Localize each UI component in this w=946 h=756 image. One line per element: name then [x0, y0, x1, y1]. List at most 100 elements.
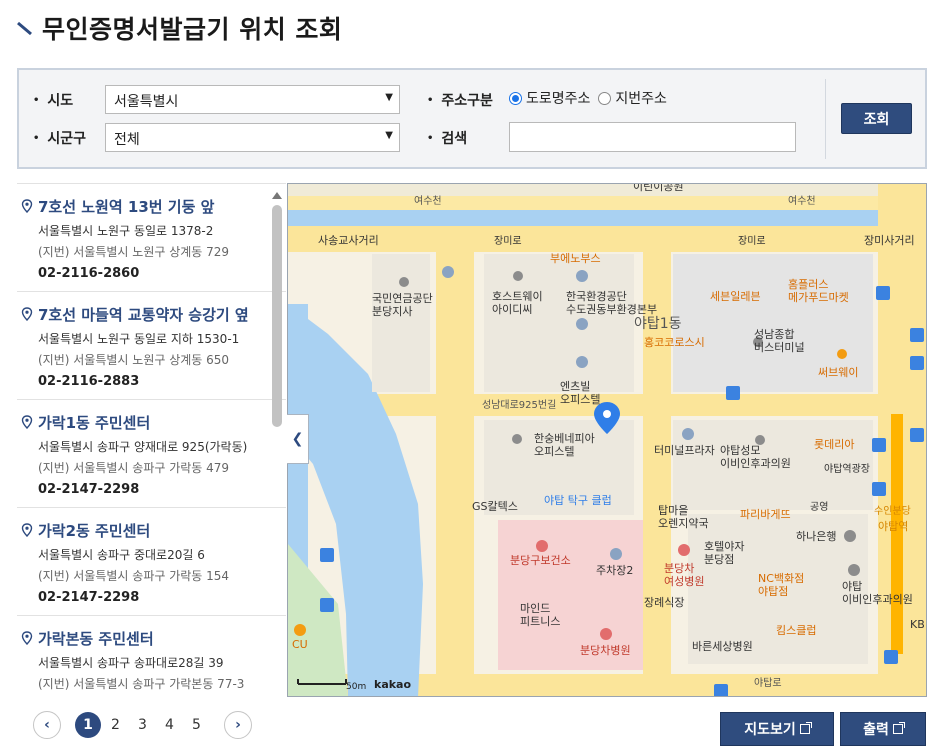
list-item[interactable]: 가락1동 주민센터 서울특별시 송파구 양재대로 925(가락동) (지번) 서…	[17, 399, 286, 507]
jibun-address: (지번) 서울특별시 송파구 가락동 479	[38, 461, 230, 475]
location-pin-icon	[21, 415, 33, 429]
map-label: 써브웨이	[818, 366, 858, 379]
collapse-list-button[interactable]: ❮	[287, 414, 309, 464]
page-4[interactable]: 4	[156, 717, 183, 733]
sido-select[interactable]: 서울특별시 ▼	[105, 85, 400, 114]
radio-road-address[interactable]: 도로명주소	[509, 88, 590, 108]
road-address: 서울특별시 송파구 양재대로 925(가락동)	[38, 440, 248, 454]
map-label: 바른세상병원	[692, 640, 753, 653]
list-item[interactable]: 가락2동 주민센터 서울특별시 송파구 중대로20길 6 (지번) 서울특별시 …	[17, 507, 286, 615]
map-label: 부에노부스	[550, 252, 601, 265]
item-title[interactable]: 가락2동 주민센터	[38, 520, 150, 541]
map-label: GS칼텍스	[472, 500, 518, 513]
sigungu-label: 시군구	[47, 131, 87, 147]
dropdown-arrow-icon: ▼	[385, 130, 393, 141]
item-title[interactable]: 7호선 노원역 13번 기둥 앞	[38, 196, 214, 217]
sido-label: 시도	[47, 93, 74, 109]
page-title: 무인증명서발급기 위치 조회	[42, 15, 343, 44]
road-address: 서울특별시 송파구 중대로20길 6	[38, 548, 205, 562]
map-canvas[interactable]: 이린이공원 여수천 여수천 사송교사거리 장미로 장미로 장미사거리 국민연금공…	[288, 184, 927, 697]
map-label: 터미널프라자	[654, 444, 715, 457]
item-title[interactable]: 가락본동 주민센터	[38, 628, 154, 649]
map-label: 이린이공원	[633, 184, 684, 193]
external-link-icon	[892, 722, 905, 734]
sigungu-select[interactable]: 전체 ▼	[105, 123, 400, 152]
page-header: 무인증명서발급기 위치 조회	[16, 8, 342, 48]
map-label: 야탑역	[878, 520, 908, 533]
map-label: 파리바게뜨	[740, 508, 791, 521]
map-label: KB	[910, 618, 925, 631]
list-item[interactable]: 7호선 노원역 13번 기둥 앞 서울특별시 노원구 동일로 1378-2 (지…	[17, 183, 286, 291]
lookup-button[interactable]: 조회	[841, 103, 912, 134]
radio-button[interactable]	[598, 91, 612, 105]
sido-label-row: • 시도	[33, 90, 73, 110]
sido-select-value: 서울특별시	[114, 94, 179, 110]
chevron-left-icon: ❮	[291, 431, 304, 447]
map-label: 야탑 탁구 클럽	[544, 493, 612, 507]
radio-road-label: 도로명주소	[526, 91, 591, 107]
keyword-label-row: • 검색	[427, 128, 467, 148]
item-title[interactable]: 7호선 마들역 교통약자 승강기 옆	[38, 304, 249, 325]
bullet-icon: •	[33, 132, 40, 144]
next-page-button[interactable]: ›	[224, 711, 252, 739]
map-label: 야탑1동	[634, 316, 682, 332]
chevron-right-icon: ›	[235, 717, 241, 733]
scroll-up-arrow-icon[interactable]	[272, 192, 282, 199]
addr-type-label: 주소구분	[441, 93, 493, 109]
search-panel: • 시도 서울특별시 ▼ • 시군구 전체 ▼ • 주소구분 도로명주소 지번주…	[17, 68, 927, 169]
map-label: 세븐일레븐	[710, 289, 761, 303]
keyword-input[interactable]	[509, 122, 796, 152]
map-label: 야탑로	[754, 677, 782, 689]
radio-button-checked[interactable]	[509, 91, 522, 105]
page-5[interactable]: 5	[183, 717, 210, 733]
item-title[interactable]: 가락1동 주민센터	[38, 412, 150, 433]
map-label: 야탑역광장	[824, 463, 870, 475]
map-label: 롯데리아	[814, 438, 854, 451]
item-title-row: 가락본동 주민센터	[21, 628, 286, 648]
map-label: 킴스클럽	[776, 623, 816, 637]
prev-page-button[interactable]: ‹	[33, 711, 61, 739]
print-label: 출력	[863, 722, 889, 738]
map-label: 홍코코로스시	[644, 335, 705, 349]
panel-divider	[825, 79, 826, 159]
print-button[interactable]: 출력	[840, 712, 926, 746]
map-label: 성남대로925번길	[482, 398, 556, 411]
map-scale-label: 50m	[346, 682, 366, 692]
map-label: 장례식장	[644, 596, 684, 609]
page-2[interactable]: 2	[102, 717, 129, 733]
map-label: 장미사거리	[864, 234, 915, 247]
page-1[interactable]: 1	[75, 712, 101, 738]
map-label: 수인분당	[874, 505, 911, 517]
bullet-icon: •	[33, 94, 40, 106]
map-label: 장미로	[738, 235, 766, 247]
map-label: 사송교사거리	[318, 234, 379, 247]
road-address: 서울특별시 노원구 동일로 1378-2	[38, 224, 214, 238]
bullet-icon: •	[427, 132, 434, 144]
map-label: 분당차병원	[580, 644, 631, 657]
map-label: 주차장2	[596, 564, 633, 577]
map-label: 하나은행	[796, 529, 836, 543]
map-view-button[interactable]: 지도보기	[720, 712, 834, 746]
result-list: 7호선 노원역 13번 기둥 앞 서울특별시 노원구 동일로 1378-2 (지…	[17, 183, 286, 697]
map-view[interactable]: 이린이공원 여수천 여수천 사송교사거리 장미로 장미로 장미사거리 국민연금공…	[287, 183, 927, 697]
road-address: 서울특별시 노원구 동일로 지하 1530-1	[38, 332, 240, 346]
page-3[interactable]: 3	[129, 717, 156, 733]
map-label: CU	[292, 638, 308, 651]
item-title-row: 7호선 노원역 13번 기둥 앞	[21, 196, 286, 216]
list-scrollbar-thumb[interactable]	[272, 205, 282, 427]
phone-number: 02-2116-2860	[38, 266, 140, 281]
location-pin-icon	[21, 307, 33, 321]
map-label: 여수천	[788, 195, 816, 207]
keyword-label: 검색	[441, 131, 468, 147]
jibun-address: (지번) 서울특별시 송파구 가락동 154	[38, 569, 230, 583]
item-title-row: 7호선 마들역 교통약자 승강기 옆	[21, 304, 286, 324]
external-link-icon	[799, 722, 812, 734]
chevron-left-icon: ‹	[44, 717, 50, 733]
list-item[interactable]: 가락본동 주민센터 서울특별시 송파구 송파대로28길 39 (지번) 서울특별…	[17, 615, 286, 697]
item-title-row: 가락2동 주민센터	[21, 520, 286, 540]
radio-jibun-address[interactable]: 지번주소	[598, 88, 667, 108]
location-pin-icon	[21, 199, 33, 213]
radio-jibun-label: 지번주소	[615, 91, 667, 107]
jibun-address: (지번) 서울특별시 노원구 상계동 729	[38, 245, 230, 259]
list-item[interactable]: 7호선 마들역 교통약자 승강기 옆 서울특별시 노원구 동일로 지하 1530…	[17, 291, 286, 399]
